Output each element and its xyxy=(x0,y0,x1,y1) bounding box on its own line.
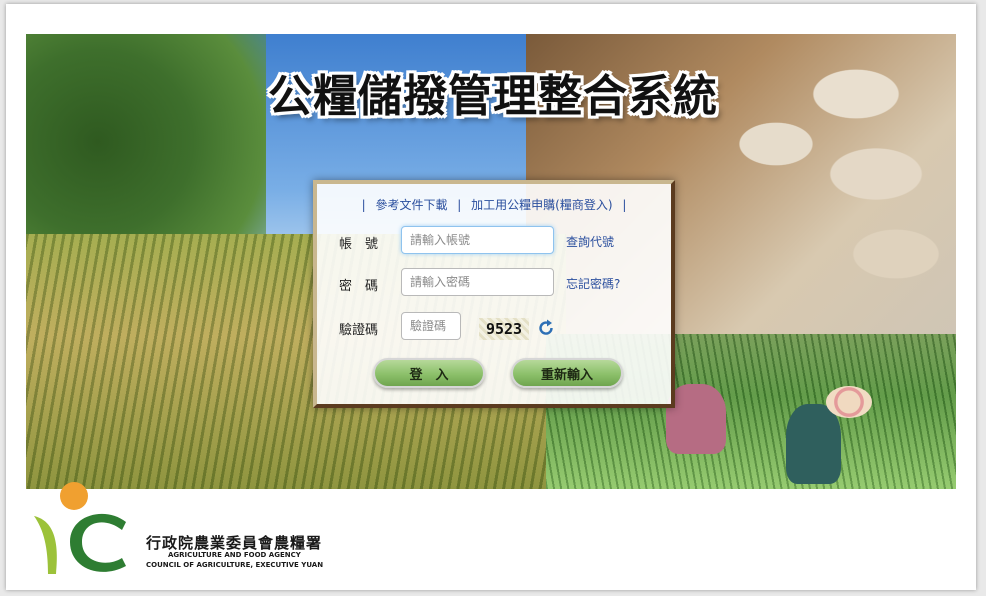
banner-farmer xyxy=(666,384,726,454)
login-panel: | 參考文件下載 | 加工用公糧申購(糧商登入) | 帳 號 查詢代號 密 碼 … xyxy=(313,180,675,408)
captcha-label: 驗證碼 xyxy=(339,323,379,338)
forgot-password-link[interactable]: 忘記密碼? xyxy=(566,275,620,292)
query-code-link[interactable]: 查詢代號 xyxy=(566,233,614,250)
login-button[interactable]: 登 入 xyxy=(373,358,485,388)
processing-purchase-link[interactable]: 加工用公糧申購(糧商登入) xyxy=(471,198,612,212)
doc-download-link[interactable]: 參考文件下載 xyxy=(375,198,447,212)
account-label: 帳 號 xyxy=(339,237,379,252)
org-name-en-line1: AGRICULTURE AND FOOD AGENCY xyxy=(168,551,301,559)
banner-straw-hat xyxy=(826,386,872,418)
page-title: 公糧儲撥管理整合系統 xyxy=(268,71,718,122)
password-input[interactable] xyxy=(401,268,554,296)
captcha-input[interactable] xyxy=(401,312,461,340)
org-name-zh: 行政院農業委員會農糧署 xyxy=(146,534,323,552)
captcha-image: 9523 xyxy=(479,318,529,340)
agency-logo xyxy=(26,478,136,588)
link-separator: | xyxy=(622,198,627,212)
reset-button[interactable]: 重新輸入 xyxy=(511,358,623,388)
org-name-en-line2: COUNCIL OF AGRICULTURE, EXECUTIVE YUAN xyxy=(146,561,324,569)
account-input[interactable] xyxy=(401,226,554,254)
top-links: | 參考文件下載 | 加工用公糧申購(糧商登入) | xyxy=(317,196,671,213)
banner-farmer xyxy=(786,404,841,484)
refresh-icon[interactable] xyxy=(537,318,555,338)
link-separator: | xyxy=(361,198,366,212)
password-label: 密 碼 xyxy=(339,279,379,294)
link-separator: | xyxy=(457,198,462,212)
